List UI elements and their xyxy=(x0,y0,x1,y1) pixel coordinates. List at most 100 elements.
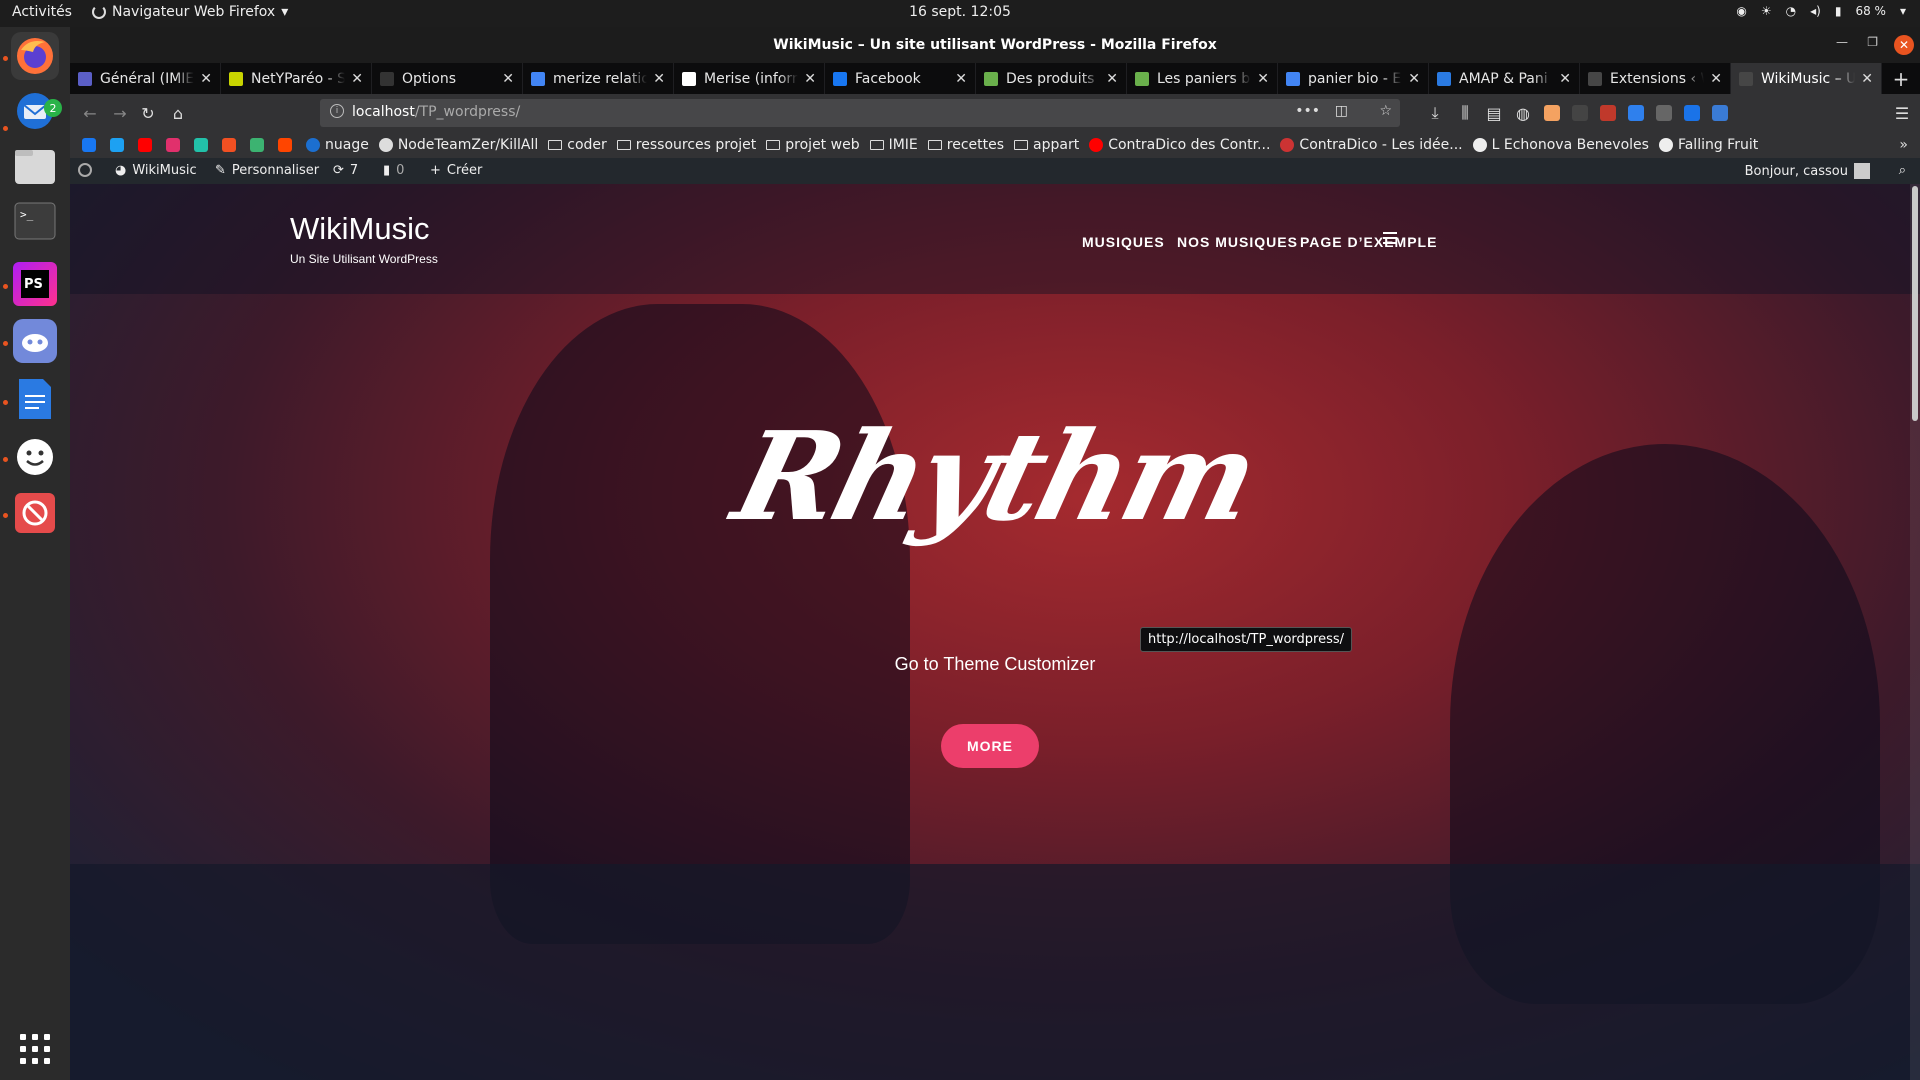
system-tray[interactable]: ◉ ☀ ◔ ◂) ▮ 68 % ▾ xyxy=(1736,4,1906,18)
adblock-icon[interactable] xyxy=(1600,105,1616,121)
browser-tab[interactable]: Général (IMIE ✕ xyxy=(70,63,221,94)
home-icon[interactable]: ⌂ xyxy=(168,103,188,123)
account-icon[interactable]: ◍ xyxy=(1513,103,1533,123)
extension-icon[interactable] xyxy=(1656,105,1672,121)
bookmark-link[interactable]: L Echonova Benevoles xyxy=(1472,137,1649,153)
terminal-dock-icon[interactable]: >_ xyxy=(11,197,59,245)
site-title[interactable]: WikiMusic xyxy=(290,211,430,247)
library-icon[interactable]: ⫼ xyxy=(1455,103,1475,123)
url-bar[interactable]: i localhost/TP_wordpress/ ••• ◫ ☆ xyxy=(320,99,1400,127)
wifi-icon[interactable]: ◔ xyxy=(1786,4,1796,18)
battery-icon[interactable]: ▮ xyxy=(1835,4,1842,18)
theme-customizer-link[interactable]: Go to Theme Customizer xyxy=(70,654,1920,675)
back-icon[interactable]: ← xyxy=(80,103,100,123)
bookmark-folder[interactable]: IMIE xyxy=(869,137,918,153)
facebook-bookmark[interactable] xyxy=(82,138,100,152)
scrollbar-thumb[interactable] xyxy=(1912,186,1918,421)
brightness-icon[interactable]: ☀ xyxy=(1761,4,1772,18)
close-tab-icon[interactable]: ✕ xyxy=(1257,71,1269,87)
bookmark-star-icon[interactable]: ☆ xyxy=(1379,103,1392,119)
menu-item-page-exemple[interactable]: PAGE D’EXEMPLE xyxy=(1300,234,1437,250)
reload-icon[interactable]: ↻ xyxy=(138,103,158,123)
browser-tab[interactable]: WikiMusic – Un s ✕ xyxy=(1731,63,1882,94)
bookmark-folder[interactable]: appart xyxy=(1014,137,1079,153)
feedly-bookmark[interactable] xyxy=(250,138,268,152)
close-tab-icon[interactable]: ✕ xyxy=(653,71,665,87)
emote-dock-icon[interactable] xyxy=(11,433,59,481)
admin-comments-link[interactable]: ▮ 0 xyxy=(383,163,404,178)
bookmark-link[interactable]: ContraDico des Contr... xyxy=(1089,137,1270,153)
instagram-bookmark[interactable] xyxy=(166,138,184,152)
bookmark-folder[interactable]: ressources projet xyxy=(616,137,756,153)
close-tab-icon[interactable]: ✕ xyxy=(955,71,967,87)
discord-dock-icon[interactable] xyxy=(11,317,59,365)
browser-tab[interactable]: Options ✕ xyxy=(372,63,523,94)
firefox-dock-icon[interactable] xyxy=(11,32,59,80)
close-tab-icon[interactable]: ✕ xyxy=(1559,71,1571,87)
pocket-icon[interactable]: ◫ xyxy=(1335,103,1348,119)
bookmark-folder[interactable]: coder xyxy=(548,137,607,153)
close-window-button[interactable]: ✕ xyxy=(1894,35,1914,55)
show-applications-icon[interactable] xyxy=(20,1034,50,1064)
close-tab-icon[interactable]: ✕ xyxy=(1710,71,1722,87)
browser-tab[interactable]: merize relatio ✕ xyxy=(523,63,674,94)
page-scrollbar[interactable] xyxy=(1910,184,1920,1080)
extension-icon[interactable] xyxy=(1684,105,1700,121)
close-tab-icon[interactable]: ✕ xyxy=(200,71,212,87)
chevron-down-icon[interactable]: ▾ xyxy=(1900,4,1906,18)
site-info-icon[interactable]: i xyxy=(330,104,344,118)
extension-icon[interactable] xyxy=(1572,105,1588,121)
admin-customize-link[interactable]: ✎ Personnaliser xyxy=(215,163,319,178)
close-tab-icon[interactable]: ✕ xyxy=(804,71,816,87)
bookmark-link[interactable]: nuage xyxy=(306,137,369,153)
bookmark-link[interactable]: ContraDico - Les idée... xyxy=(1280,137,1463,153)
blocker-dock-icon[interactable] xyxy=(11,489,59,537)
close-tab-icon[interactable]: ✕ xyxy=(351,71,363,87)
bookmark-link[interactable]: NodeTeamZer/KillAll xyxy=(378,137,538,153)
clock[interactable]: 16 sept. 12:05 xyxy=(0,4,1920,20)
files-dock-icon[interactable] xyxy=(11,142,59,190)
page-actions-icon[interactable]: ••• xyxy=(1295,103,1320,119)
phpstorm-dock-icon[interactable]: PS xyxy=(11,260,59,308)
more-button[interactable]: MORE xyxy=(941,724,1039,768)
close-tab-icon[interactable]: ✕ xyxy=(1861,71,1873,87)
forward-icon[interactable]: → xyxy=(110,103,130,123)
microsoft-bookmark[interactable] xyxy=(222,138,240,152)
admin-account-link[interactable]: Bonjour, cassou xyxy=(1745,163,1870,179)
admin-site-link[interactable]: ◕ WikiMusic xyxy=(115,163,197,178)
minimize-icon[interactable]: — xyxy=(1836,35,1848,49)
browser-tab[interactable]: Merise (inforn ✕ xyxy=(674,63,825,94)
mastodon-bookmark[interactable] xyxy=(194,138,212,152)
bookmark-folder[interactable]: recettes xyxy=(927,137,1004,153)
menu-item-musiques[interactable]: MUSIQUES xyxy=(1082,234,1165,250)
close-tab-icon[interactable]: ✕ xyxy=(1106,71,1118,87)
browser-tab[interactable]: Facebook ✕ xyxy=(825,63,976,94)
chevron-right-icon[interactable]: » xyxy=(1899,137,1908,153)
maximize-icon[interactable]: ❐ xyxy=(1867,35,1878,49)
reddit-bookmark[interactable] xyxy=(278,138,296,152)
search-icon[interactable]: ⌕ xyxy=(1899,163,1906,178)
browser-tab[interactable]: Extensions ‹ Wik ✕ xyxy=(1580,63,1731,94)
wordpress-logo-icon[interactable] xyxy=(78,163,92,177)
browser-tab[interactable]: Des produits ✕ xyxy=(976,63,1127,94)
close-tab-icon[interactable]: ✕ xyxy=(1408,71,1420,87)
close-tab-icon[interactable]: ✕ xyxy=(502,71,514,87)
downloads-icon[interactable]: ⤓ xyxy=(1425,103,1445,123)
youtube-bookmark[interactable] xyxy=(138,138,156,152)
browser-tab[interactable]: panier bio - E ✕ xyxy=(1278,63,1429,94)
admin-new-link[interactable]: + Créer xyxy=(430,163,482,178)
twitter-bookmark[interactable] xyxy=(110,138,128,152)
browser-tab[interactable]: Les paniers b ✕ xyxy=(1127,63,1278,94)
extension-icon[interactable] xyxy=(1544,105,1560,121)
libreoffice-writer-dock-icon[interactable] xyxy=(11,375,59,423)
extension-icon[interactable] xyxy=(1712,105,1728,121)
bookmark-folder[interactable]: projet web xyxy=(766,137,860,153)
hamburger-menu-icon[interactable]: ☰ xyxy=(1892,103,1912,123)
browser-tab[interactable]: NetYParéo - S ✕ xyxy=(221,63,372,94)
extension-icon[interactable] xyxy=(1628,105,1644,121)
menu-item-nos-musiques[interactable]: NOS MUSIQUES xyxy=(1177,234,1298,250)
sidebar-icon[interactable]: ▤ xyxy=(1484,103,1504,123)
discord-tray-icon[interactable]: ◉ xyxy=(1736,4,1746,18)
volume-icon[interactable]: ◂) xyxy=(1810,4,1821,18)
browser-tab[interactable]: AMAP & Pani ✕ xyxy=(1429,63,1580,94)
